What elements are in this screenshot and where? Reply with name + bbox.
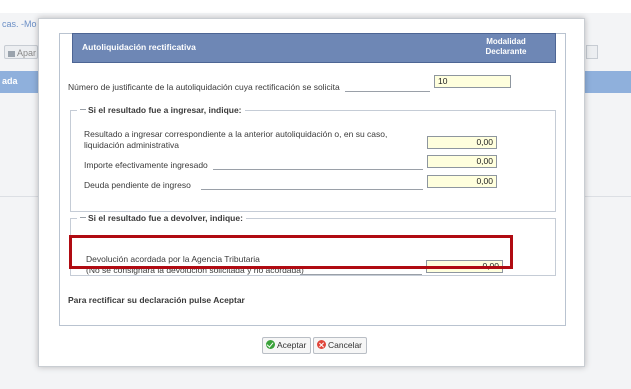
declarante-label: Declarante <box>485 47 527 56</box>
background-link[interactable]: cas. -Mo <box>2 19 37 29</box>
accept-button-label: Aceptar <box>277 340 307 350</box>
importe-ingresado-label: Importe efectivamente ingresado <box>84 160 208 170</box>
background-toolbar-button[interactable]: Apar <box>4 45 38 59</box>
panel-title: Autoliquidación rectificativa <box>82 42 196 52</box>
top-strip <box>0 0 631 13</box>
rectification-dialog: Autoliquidación rectificativa Modalidad … <box>38 18 585 367</box>
highlight-box <box>69 235 513 269</box>
resultado-ingresar-label: Resultado a ingresar correspondiente a l… <box>84 129 388 139</box>
modalidad-label: Modalidad <box>486 37 526 46</box>
resultado-ingresar-input[interactable]: 0,00 <box>427 136 497 149</box>
cancel-button-label: Cancelar <box>328 340 363 350</box>
form-panel: Autoliquidación rectificativa Modalidad … <box>59 33 566 326</box>
justificante-input[interactable]: 10 <box>434 75 511 88</box>
deuda-pendiente-input[interactable]: 0,00 <box>427 175 497 188</box>
background-right-button[interactable] <box>586 45 598 59</box>
background-nav-bar-label: ada <box>2 76 18 86</box>
checkmark-icon <box>266 340 275 349</box>
justificante-label: Número de justificante de la autoliquida… <box>68 82 340 92</box>
accept-button[interactable]: Aceptar <box>262 337 312 354</box>
footer-note: Para rectificar su declaración pulse Ace… <box>68 295 245 305</box>
panel-header: Autoliquidación rectificativa Modalidad … <box>72 33 556 63</box>
cancel-button[interactable]: Cancelar <box>313 337 368 354</box>
leader-line <box>201 189 423 190</box>
leader-line <box>213 169 423 170</box>
document-icon <box>8 51 15 57</box>
ingresar-legend: Si el resultado fue a ingresar, indique: <box>77 105 245 115</box>
modalidad-heading: Modalidad Declarante <box>466 37 546 57</box>
ingresar-legend-text: Si el resultado fue a ingresar, indique: <box>88 105 242 115</box>
resultado-ingresar-label-cont: liquidación administrativa <box>84 140 179 150</box>
background-toolbar-button-label: Apar <box>17 48 37 58</box>
close-icon <box>317 340 326 349</box>
deuda-pendiente-label: Deuda pendiente de ingreso <box>84 180 191 190</box>
devolver-legend-text: Si el resultado fue a devolver, indique: <box>88 213 243 223</box>
ingresar-fieldset: Si el resultado fue a ingresar, indique:… <box>70 105 556 212</box>
importe-ingresado-input[interactable]: 0,00 <box>427 155 497 168</box>
leader-line <box>345 91 430 92</box>
devolver-legend: Si el resultado fue a devolver, indique: <box>77 213 246 223</box>
leader-line <box>300 274 422 275</box>
